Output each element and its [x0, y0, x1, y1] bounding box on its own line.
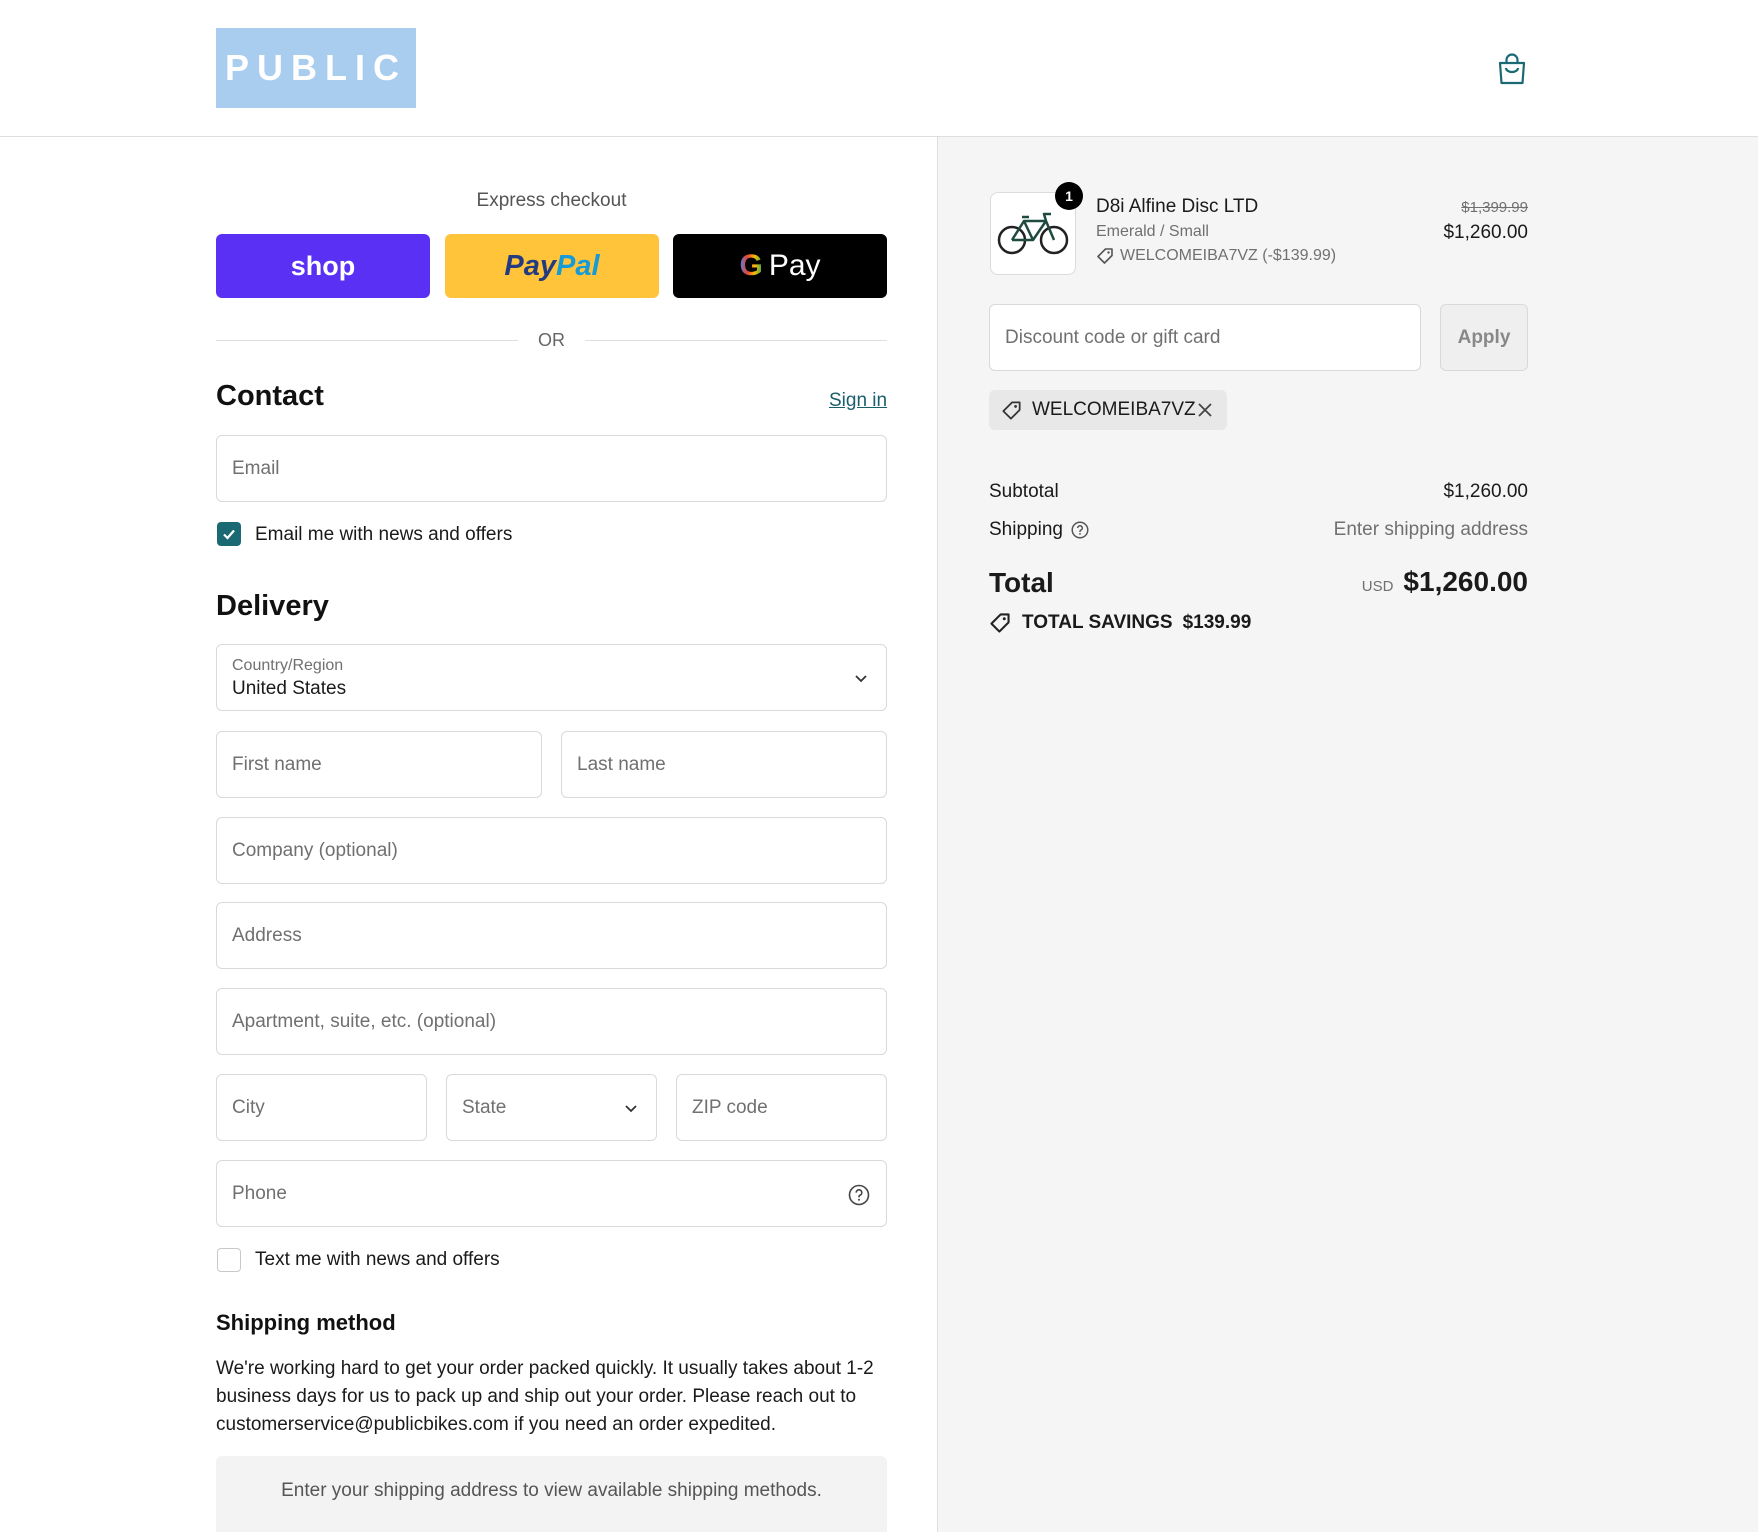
state-select[interactable]: State: [446, 1074, 657, 1141]
discount-code-input[interactable]: Discount code or gift card: [989, 304, 1421, 371]
shop-pay-label: shop: [290, 250, 356, 281]
store-logo[interactable]: PUBLIC: [216, 28, 416, 108]
express-checkout-label: Express checkout: [476, 190, 627, 211]
shipping-label: Shipping: [989, 519, 1063, 540]
tag-icon: [990, 613, 1010, 633]
paypal-label-pay: Pay: [504, 249, 557, 282]
text-news-checkbox[interactable]: [217, 1248, 241, 1272]
city-placeholder: City: [232, 1097, 265, 1118]
contact-heading: Contact: [216, 380, 324, 412]
applied-discount-code: WELCOMEIBA7VZ: [1032, 399, 1196, 420]
shipping-method-heading: Shipping method: [216, 1310, 396, 1335]
total-label: Total: [989, 567, 1054, 598]
checkmark-icon: [223, 529, 235, 540]
email-news-label: Email me with news and offers: [255, 524, 513, 545]
item-quantity-badge: 1: [1055, 182, 1083, 210]
zip-field[interactable]: ZIP code: [676, 1074, 887, 1141]
text-news-label: Text me with news and offers: [255, 1249, 500, 1270]
total-amount: USD $1,260.00: [1328, 566, 1528, 598]
email-news-checkbox[interactable]: [217, 522, 241, 546]
last-name-field[interactable]: Last name: [561, 731, 887, 798]
discount-placeholder: Discount code or gift card: [1005, 327, 1221, 348]
google-pay-label: Pay: [768, 249, 821, 282]
total-savings: TOTAL SAVINGS $139.99: [989, 612, 1251, 634]
address-field[interactable]: Address: [216, 902, 887, 969]
product-name: D8i Alfine Disc LTD: [1096, 196, 1259, 217]
or-label: OR: [538, 330, 565, 350]
product-variant: Emerald / Small: [1096, 223, 1209, 240]
subtotal-value: $1,260.00: [1443, 481, 1528, 502]
company-placeholder: Company (optional): [232, 840, 398, 861]
currency-code: USD: [1361, 578, 1394, 595]
original-price: $1,399.99: [1461, 199, 1528, 216]
tag-icon: [1002, 401, 1021, 420]
help-circle-icon[interactable]: [1071, 521, 1089, 539]
subtotal-label: Subtotal: [989, 481, 1059, 502]
zip-placeholder: ZIP code: [692, 1097, 768, 1118]
header: PUBLIC: [0, 0, 1758, 137]
help-circle-icon[interactable]: [848, 1184, 870, 1206]
shopping-bag-icon[interactable]: [1496, 52, 1528, 86]
savings-value: $139.99: [1182, 612, 1252, 633]
first-name-field[interactable]: First name: [216, 731, 542, 798]
last-name-placeholder: Last name: [577, 754, 666, 775]
item-price: $1,260.00: [1443, 222, 1528, 243]
delivery-heading: Delivery: [216, 590, 329, 622]
email-field[interactable]: Email: [216, 435, 887, 502]
applied-discount-chip: WELCOMEIBA7VZ: [989, 390, 1227, 430]
country-value: United States: [232, 678, 347, 699]
apply-discount-button[interactable]: Apply: [1440, 304, 1528, 371]
chevron-down-icon: [625, 1105, 637, 1113]
chevron-down-icon: [855, 675, 867, 683]
savings-label: TOTAL SAVINGS: [1022, 612, 1173, 633]
shipping-row-label: Shipping: [989, 519, 1089, 541]
city-field[interactable]: City: [216, 1074, 427, 1141]
apartment-placeholder: Apartment, suite, etc. (optional): [232, 1011, 497, 1032]
email-placeholder: Email: [232, 458, 280, 479]
country-select[interactable]: Country/Region United States: [216, 644, 887, 711]
shop-pay-button[interactable]: shop: [216, 234, 430, 298]
paypal-label-pal: Pal: [556, 249, 600, 282]
tag-icon: [1097, 248, 1113, 264]
or-divider: OR: [216, 328, 887, 352]
shipping-note: We're working hard to get your order pac…: [216, 1358, 874, 1435]
shipping-methods-placeholder: Enter your shipping address to view avai…: [216, 1456, 887, 1532]
sign-in-link[interactable]: Sign in: [829, 390, 887, 412]
google-g-icon: G: [739, 249, 763, 282]
phone-field[interactable]: Phone: [216, 1160, 887, 1227]
country-label: Country/Region: [232, 657, 344, 674]
google-pay-button[interactable]: G Pay: [673, 234, 887, 298]
paypal-button[interactable]: Pay Pal: [445, 234, 659, 298]
close-icon[interactable]: [1197, 402, 1213, 418]
shipping-value: Enter shipping address: [1333, 519, 1528, 540]
total-value: $1,260.00: [1403, 566, 1528, 597]
phone-placeholder: Phone: [232, 1183, 287, 1204]
company-field[interactable]: Company (optional): [216, 817, 887, 884]
item-discount-code: WELCOMEIBA7VZ (-$139.99): [1120, 247, 1337, 264]
apartment-field[interactable]: Apartment, suite, etc. (optional): [216, 988, 887, 1055]
state-placeholder: State: [462, 1097, 507, 1118]
item-discount: WELCOMEIBA7VZ (-$139.99): [1096, 246, 1336, 266]
address-placeholder: Address: [232, 925, 302, 946]
first-name-placeholder: First name: [232, 754, 322, 775]
